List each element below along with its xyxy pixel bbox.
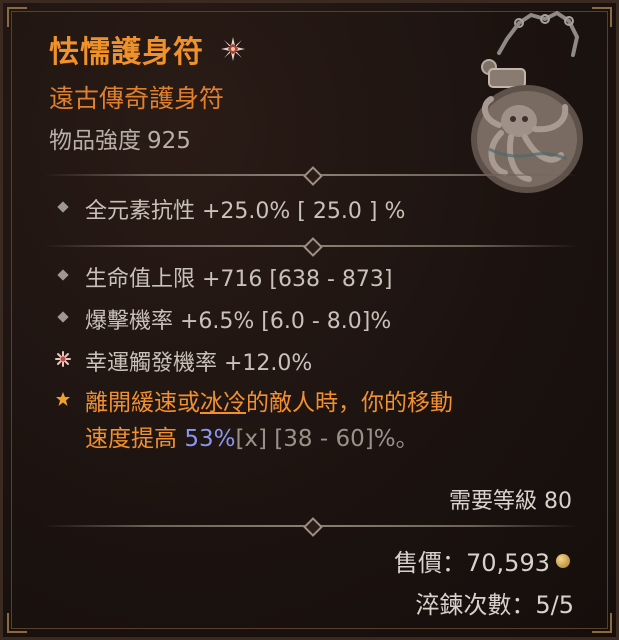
affix-text: 生命值上限 +716 [638 - 873] xyxy=(85,267,393,292)
legendary-text-part: 離開緩速或 xyxy=(85,390,200,416)
sell-price-text: 售價：70,593 xyxy=(394,549,550,577)
diamond-bullet-icon xyxy=(57,311,69,323)
diamond-bullet-icon xyxy=(57,201,69,213)
corner-ornament xyxy=(592,613,612,633)
item-power-label: 物品強度 xyxy=(49,128,141,154)
implicit-affix: 全元素抗性 +25.0% [ 25.0 ] % xyxy=(55,193,405,225)
item-title-row: 怯懦護身符 xyxy=(49,27,246,71)
section-divider xyxy=(43,166,579,186)
affix-row: 生命值上限 +716 [638 - 873] xyxy=(55,261,393,293)
affix-text: 幸運觸發機率 +12.0% xyxy=(85,351,313,376)
item-rarity-type: 遠古傳奇護身符 xyxy=(49,84,225,113)
affix-text: 全元素抗性 +25.0% [ 25.0 ] % xyxy=(85,199,406,224)
gold-coin-icon xyxy=(556,553,570,568)
diamond-bullet-icon xyxy=(57,269,69,281)
level-requirement: 需要等級 80 xyxy=(449,489,572,514)
affix-row: 幸運觸發機率 +12.0% xyxy=(55,345,312,377)
corner-ornament xyxy=(7,613,27,633)
keyword-link[interactable]: 冰冷 xyxy=(200,390,246,416)
affix-row: 爆擊機率 +6.5% [6.0 - 8.0]% xyxy=(55,303,391,335)
item-name: 怯懦護身符 xyxy=(49,35,204,70)
section-divider xyxy=(43,237,579,257)
legendary-text-part: 的敵人時，你的移動 xyxy=(246,390,453,416)
sell-price: 售價：70,593 xyxy=(394,543,570,578)
legendary-text-part: 速度提高 xyxy=(85,426,185,452)
item-power: 物品強度 925 xyxy=(49,121,197,155)
value-range: [38 - 60]%。 xyxy=(267,426,419,452)
legendary-text: 離開緩速或冰冷的敵人時，你的移動速度提高 53%[x] [38 - 60]%。 xyxy=(85,385,605,457)
item-power-value: 925 xyxy=(147,128,191,154)
legendary-affix: 離開緩速或冰冷的敵人時，你的移動速度提高 53%[x] [38 - 60]%。 xyxy=(55,385,605,457)
item-tooltip: 怯懦護身符 遠古傳奇護身符 物品強度 925 全元素抗性 +25.0% [25… xyxy=(0,0,619,640)
temper-count: 淬鍊次數：5/5 xyxy=(415,591,574,619)
star-flower-icon xyxy=(221,37,245,61)
legendary-value: 53% xyxy=(184,426,236,452)
starburst-bullet-icon xyxy=(55,351,71,367)
legendary-star-icon xyxy=(56,392,70,406)
affix-text: 爆擊機率 +6.5% [6.0 - 8.0]% xyxy=(85,309,392,334)
corner-ornament xyxy=(7,7,27,27)
section-divider xyxy=(43,517,579,537)
value-marker: [x] xyxy=(235,426,267,452)
